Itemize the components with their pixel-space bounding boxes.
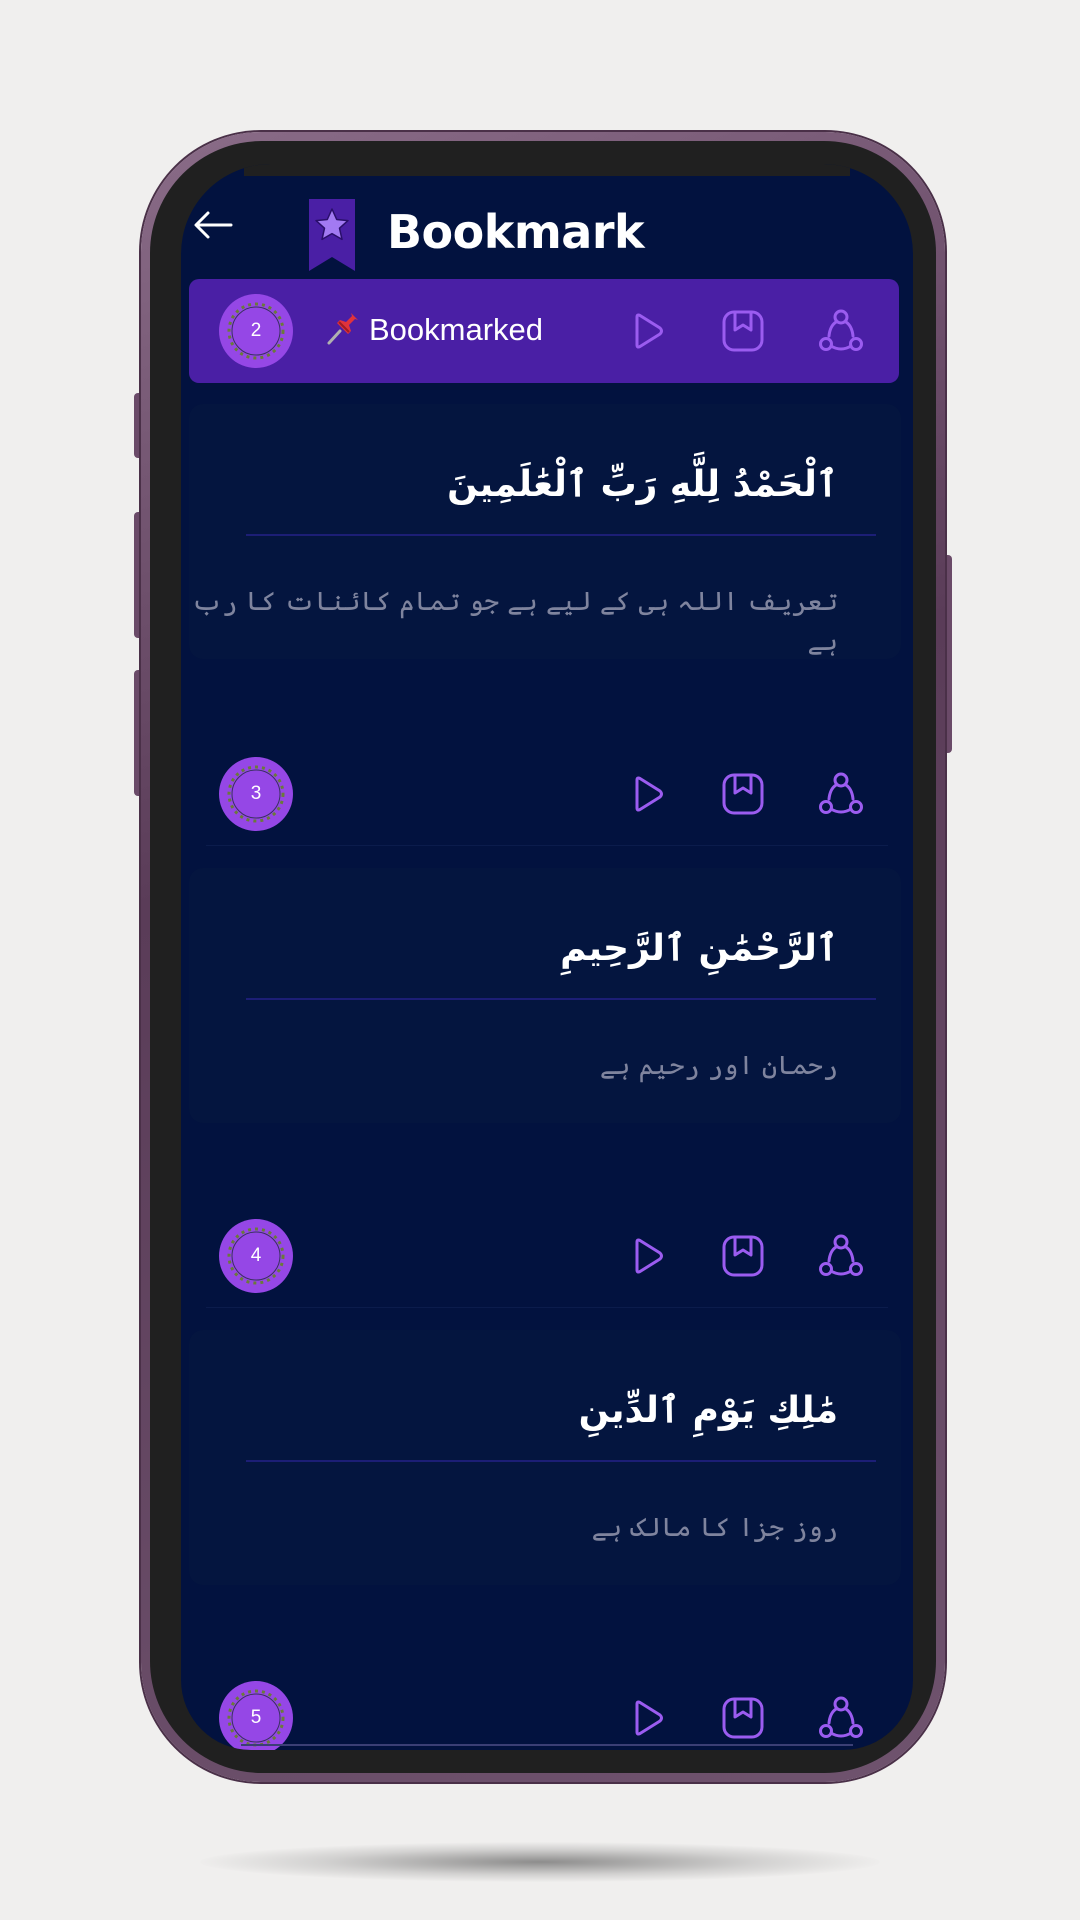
verse-number-badge: 4 — [219, 1219, 293, 1293]
verse-card: مَٰلِكِ يَوْمِ ٱلدِّينِ روز جزا کا مالک … — [189, 1330, 901, 1585]
verse-number-badge: 5 — [219, 1681, 293, 1750]
verse-number-badge: 2 — [219, 294, 293, 368]
verse-divider — [246, 998, 876, 1000]
urdu-translation: رحمان اور رحیم ہے — [599, 1051, 838, 1081]
verse-divider — [246, 534, 876, 536]
bookmark-icon[interactable] — [720, 771, 766, 817]
page-title: Bookmark — [387, 205, 645, 259]
bookmarked-text: Bookmarked — [369, 312, 544, 347]
share-icon[interactable] — [818, 771, 864, 817]
play-icon[interactable] — [623, 1695, 669, 1741]
share-icon[interactable] — [818, 308, 864, 354]
pushpin-icon — [327, 313, 358, 345]
share-icon[interactable] — [818, 1233, 864, 1279]
app-header: Bookmark — [181, 176, 913, 279]
bookmarked-label: Bookmarked — [325, 309, 543, 351]
verse-number: 2 — [250, 320, 262, 341]
star-bookmark-flag-icon — [309, 199, 355, 271]
verse-action-row: 3 — [181, 744, 913, 844]
arabic-verse: ٱلرَّحْمَٰنِ ٱلرَّحِيمِ — [560, 928, 838, 969]
status-strip — [244, 164, 850, 176]
urdu-translation: تعریف اللہ ہی کے لیے ہے جو تمام کائنات ک… — [191, 587, 838, 657]
verse-action-row: 5 — [181, 1668, 913, 1750]
play-icon[interactable] — [623, 1233, 669, 1279]
screen-bottom-line — [241, 1744, 853, 1746]
play-icon[interactable] — [623, 771, 669, 817]
urdu-translation: روز جزا کا مالک ہے — [591, 1513, 838, 1543]
arabic-verse: ٱلْحَمْدُ لِلَّهِ رَبِّ ٱلْعَٰلَمِينَ — [447, 464, 838, 505]
verse-card: ٱلْحَمْدُ لِلَّهِ رَبِّ ٱلْعَٰلَمِينَ تع… — [189, 404, 901, 659]
bookmarked-banner: 2 Bookmarked — [189, 279, 899, 383]
verse-card: ٱلرَّحْمَٰنِ ٱلرَّحِيمِ رحمان اور رحیم ہ… — [189, 868, 901, 1123]
bookmark-icon[interactable] — [720, 1695, 766, 1741]
verse-number: 4 — [250, 1245, 262, 1266]
back-arrow-icon[interactable] — [193, 210, 233, 240]
verse-action-row: 4 — [181, 1206, 913, 1306]
app-screen: Bookmark 2 Bookmarked ٱلْحَمْدُ لِلَّهِ … — [181, 164, 913, 1750]
row-separator — [206, 845, 888, 846]
verse-number: 3 — [250, 783, 262, 804]
share-icon[interactable] — [818, 1695, 864, 1741]
verse-divider — [246, 1460, 876, 1462]
play-icon[interactable] — [623, 308, 669, 354]
verse-number: 5 — [250, 1707, 262, 1728]
bookmark-icon[interactable] — [720, 308, 766, 354]
arabic-verse: مَٰلِكِ يَوْمِ ٱلدِّينِ — [578, 1390, 838, 1431]
phone-shadow — [200, 1842, 880, 1882]
row-separator — [206, 1307, 888, 1308]
verse-number-badge: 3 — [219, 757, 293, 831]
bookmark-icon[interactable] — [720, 1233, 766, 1279]
phone-frame: Bookmark 2 Bookmarked ٱلْحَمْدُ لِلَّهِ … — [141, 132, 945, 1782]
